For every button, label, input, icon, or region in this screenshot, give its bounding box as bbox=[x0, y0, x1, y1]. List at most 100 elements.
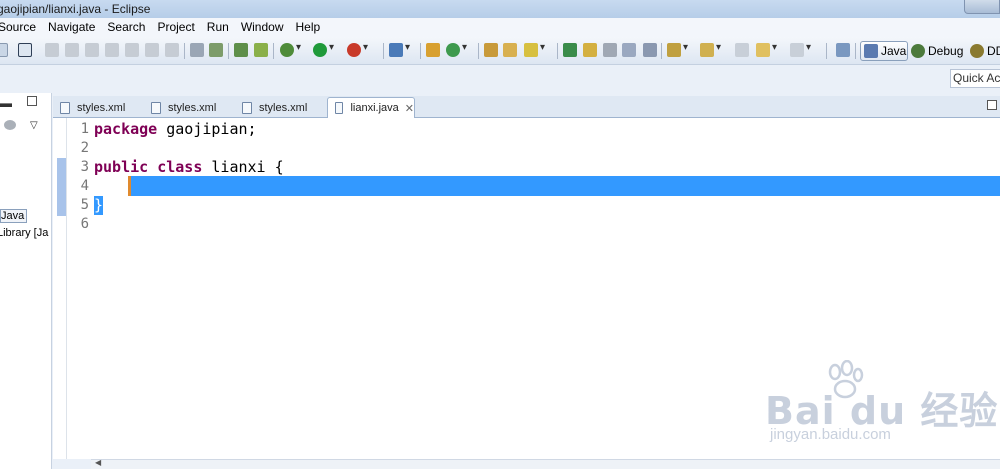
line-number: 6 bbox=[80, 216, 89, 232]
back-icon[interactable] bbox=[756, 42, 777, 57]
toggle-block-selection-icon[interactable] bbox=[603, 43, 617, 57]
open-perspective-icon[interactable] bbox=[836, 43, 850, 57]
perspective-java-button[interactable]: Java bbox=[860, 41, 908, 61]
baidu-watermark: Bai du 经验 jingyan.baidu.com bbox=[765, 380, 998, 443]
tab-styles-xml-1[interactable]: styles.xml bbox=[53, 97, 145, 118]
open-type-icon[interactable] bbox=[484, 43, 498, 57]
xml-file-icon bbox=[242, 101, 252, 114]
debug-perspective-icon bbox=[911, 44, 925, 58]
next-annotation-icon[interactable] bbox=[667, 42, 688, 57]
toolbar-separator bbox=[855, 43, 856, 59]
menu-project[interactable]: Project bbox=[157, 18, 194, 37]
code-line-5: } bbox=[94, 196, 104, 214]
text-caret bbox=[128, 176, 131, 196]
menu-navigate[interactable]: Navigate bbox=[48, 18, 95, 37]
tab-lianxi-java[interactable]: lianxi.java ✕ bbox=[327, 97, 415, 118]
toolbar-separator bbox=[826, 43, 827, 59]
main-toolbar: Java Debug DD bbox=[0, 37, 1000, 65]
run-icon[interactable] bbox=[313, 42, 334, 57]
view-menu-icon[interactable]: ▽ bbox=[30, 120, 38, 131]
tab-styles-xml-2[interactable]: styles.xml bbox=[144, 97, 236, 118]
android-sdk-manager-icon[interactable] bbox=[234, 43, 248, 57]
perspective-debug-button[interactable]: Debug bbox=[911, 41, 963, 61]
external-tools-icon[interactable] bbox=[347, 42, 368, 57]
android-avd-manager-icon[interactable] bbox=[254, 43, 268, 57]
tab-label: styles.xml bbox=[77, 101, 126, 114]
new-java-package-icon[interactable] bbox=[426, 43, 440, 57]
quick-access-input[interactable]: Quick Acc bbox=[950, 69, 1000, 88]
close-icon[interactable]: ✕ bbox=[405, 102, 414, 115]
forward-icon[interactable] bbox=[790, 42, 811, 57]
minimize-view-icon[interactable]: ▬ bbox=[0, 96, 12, 110]
xml-file-icon bbox=[60, 101, 70, 114]
horizontal-scrollbar[interactable]: ◀ bbox=[91, 458, 1000, 469]
line-number: 4 bbox=[80, 178, 89, 194]
new-task-icon[interactable] bbox=[389, 42, 410, 57]
skip-breakpoints-icon[interactable] bbox=[209, 43, 223, 57]
package-name: gaojipian; bbox=[157, 120, 257, 138]
toolbar-separator bbox=[420, 43, 421, 59]
line-number: 3 bbox=[80, 159, 89, 175]
java-perspective-icon bbox=[864, 44, 878, 58]
toolbar-separator bbox=[228, 43, 229, 59]
line-number: 1 bbox=[80, 121, 89, 137]
menu-search[interactable]: Search bbox=[107, 18, 145, 37]
xml-file-icon bbox=[151, 101, 161, 114]
package-explorer-panel: ▬ ▽ Java Library [Ja bbox=[0, 93, 52, 469]
window-title: gaojipian/lianxi.java - Eclipse bbox=[0, 2, 151, 16]
window-control-button[interactable] bbox=[964, 0, 1000, 14]
new-java-class-icon[interactable] bbox=[446, 42, 467, 57]
ddms-perspective-icon bbox=[970, 44, 984, 58]
change-marker bbox=[57, 158, 66, 216]
java-file-icon bbox=[335, 102, 344, 114]
tree-item-library[interactable]: Library [Ja bbox=[0, 227, 48, 239]
previous-annotation-icon[interactable] bbox=[700, 42, 721, 57]
code-line-3: public class lianxi { bbox=[94, 158, 284, 177]
search-icon[interactable] bbox=[524, 42, 545, 57]
use-step-filters-icon[interactable] bbox=[190, 43, 204, 57]
maximize-view-icon[interactable] bbox=[27, 96, 37, 106]
tree-item-java[interactable]: Java bbox=[0, 209, 28, 223]
step-into-icon[interactable] bbox=[125, 43, 139, 57]
maximize-editor-icon[interactable] bbox=[987, 100, 997, 110]
terminate-icon[interactable] bbox=[85, 43, 99, 57]
keyword-class: class bbox=[157, 158, 203, 176]
last-edit-location-icon[interactable] bbox=[735, 43, 749, 57]
line-number: 2 bbox=[80, 140, 89, 156]
toolbar-separator bbox=[478, 43, 479, 59]
tab-styles-xml-3[interactable]: styles.xml bbox=[235, 97, 327, 118]
disconnect-icon[interactable] bbox=[105, 43, 119, 57]
resume-icon[interactable] bbox=[45, 43, 59, 57]
show-whitespace-icon[interactable] bbox=[622, 43, 636, 57]
paragraph-icon[interactable] bbox=[643, 43, 657, 57]
line-number: 5 bbox=[80, 197, 89, 213]
step-return-icon[interactable] bbox=[165, 43, 179, 57]
perspective-ddms-button[interactable]: DD bbox=[970, 41, 1000, 61]
scroll-left-icon[interactable]: ◀ bbox=[95, 458, 101, 467]
annotation-icon[interactable] bbox=[563, 43, 577, 57]
selected-line bbox=[129, 176, 1000, 196]
menu-source[interactable]: Source bbox=[0, 18, 36, 37]
toggle-mark-occurrences-icon[interactable] bbox=[18, 43, 32, 57]
suspend-icon[interactable] bbox=[65, 43, 79, 57]
pencil-icon[interactable] bbox=[583, 43, 597, 57]
menu-help[interactable]: Help bbox=[296, 18, 321, 37]
menu-window[interactable]: Window bbox=[241, 18, 284, 37]
print-icon[interactable] bbox=[0, 43, 8, 57]
open-folder-icon[interactable] bbox=[503, 43, 517, 57]
step-over-icon[interactable] bbox=[145, 43, 159, 57]
link-with-editor-icon[interactable] bbox=[4, 120, 16, 130]
keyword-package: package bbox=[94, 120, 158, 138]
perspective-java-label: Java bbox=[881, 44, 907, 58]
editor-tab-bar: styles.xml styles.xml styles.xml lianxi.… bbox=[53, 96, 1000, 118]
tab-label: styles.xml bbox=[168, 101, 217, 114]
menu-run[interactable]: Run bbox=[207, 18, 229, 37]
class-declaration: lianxi { bbox=[202, 158, 284, 176]
code-line-1: package gaojipian; bbox=[94, 120, 257, 139]
toolbar-separator bbox=[184, 43, 185, 59]
watermark-url: jingyan.baidu.com bbox=[770, 426, 891, 443]
tab-label: lianxi.java bbox=[350, 102, 399, 114]
perspective-ddms-label: DD bbox=[987, 44, 1000, 58]
debug-icon[interactable] bbox=[280, 42, 301, 57]
title-bar: gaojipian/lianxi.java - Eclipse bbox=[0, 0, 1000, 18]
